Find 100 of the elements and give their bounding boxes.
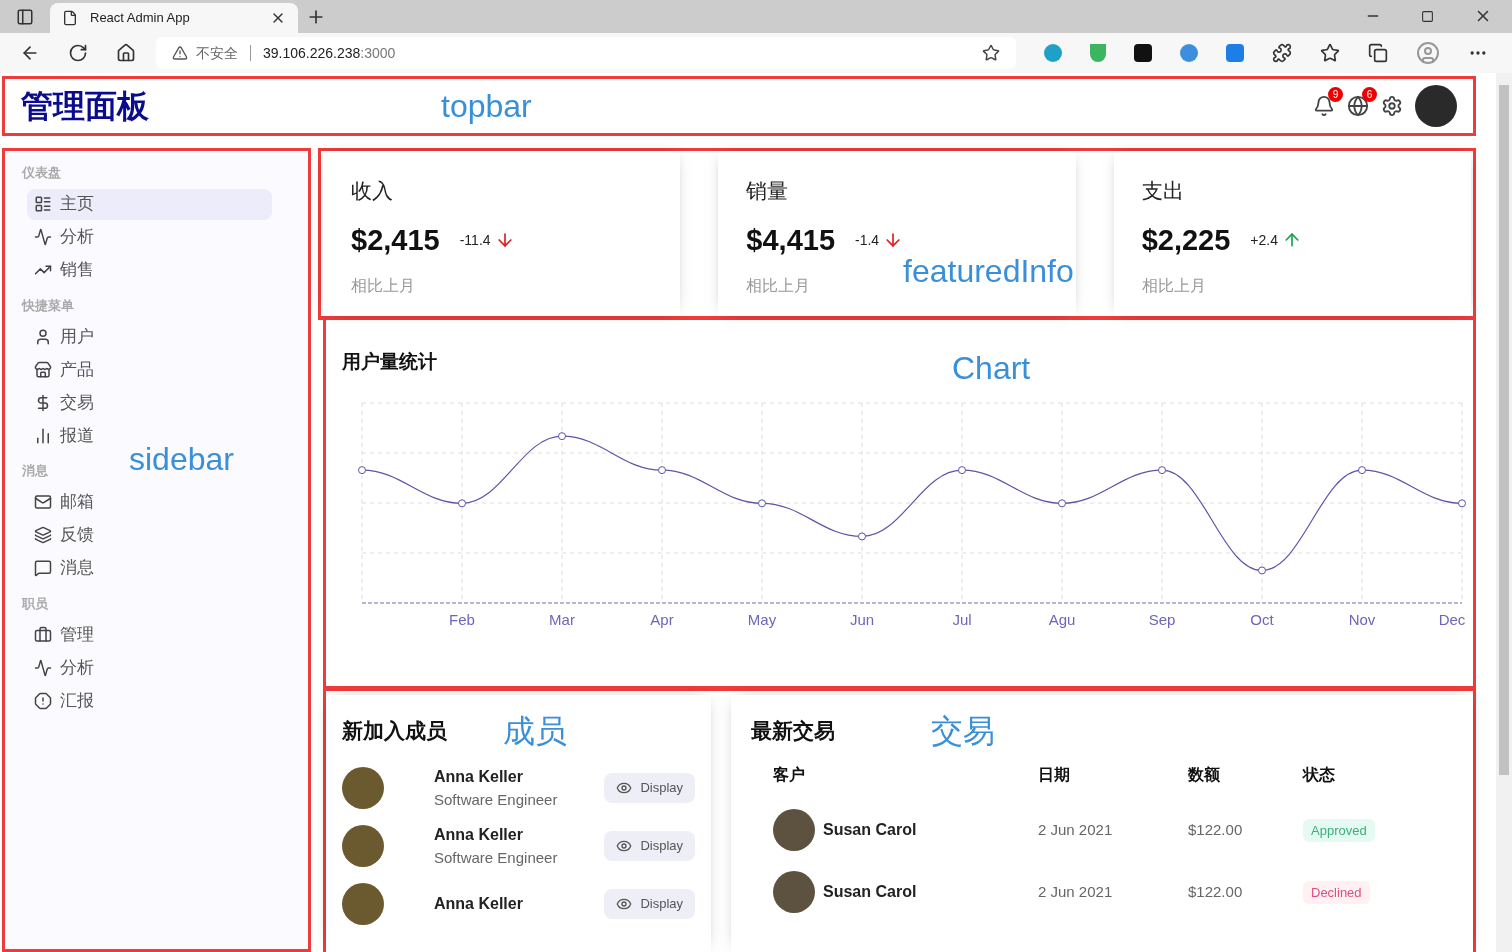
axis-label: Mar — [549, 610, 575, 628]
globe-icon[interactable] — [1347, 95, 1369, 117]
data-point — [458, 498, 466, 507]
logo: 管理面板 — [21, 87, 150, 126]
axis-label: Apr — [650, 610, 674, 628]
favorite-icon[interactable] — [982, 44, 1000, 62]
home-icon[interactable] — [116, 43, 136, 63]
menu-item-icon — [34, 493, 52, 511]
axis-label: Dec — [1438, 610, 1466, 628]
change-rate: +2.4 — [1250, 230, 1278, 250]
member-name: Anna Keller — [434, 824, 524, 845]
axis-label: Feb — [449, 610, 475, 628]
section-title: 职员 — [22, 594, 49, 613]
column-header: 数额 — [1188, 765, 1221, 785]
status-badge: Approved — [1303, 819, 1375, 842]
data-point — [758, 498, 766, 507]
sidebar-item[interactable]: 销售 — [27, 254, 272, 286]
data-point — [858, 531, 866, 540]
extension-icon[interactable] — [1134, 44, 1152, 62]
sidebar-item[interactable]: 汇报 — [27, 685, 272, 716]
table-cell-text: 2 Jun 2021 — [1038, 881, 1114, 902]
customer-name: Susan Carol — [823, 882, 917, 902]
avatar-placeholder — [342, 883, 384, 925]
card-title: 支出 — [1141, 178, 1185, 204]
notification-badge: 6 — [1362, 87, 1377, 102]
display-button[interactable]: Display — [604, 889, 695, 919]
avatar-placeholder — [773, 871, 815, 913]
data-point — [658, 465, 666, 474]
compare-note: 相比上月 — [351, 276, 416, 296]
sidebar-item[interactable]: 交易 — [27, 387, 272, 418]
sidebar-item[interactable]: 用户 — [27, 321, 272, 352]
compare-note: 相比上月 — [746, 276, 812, 296]
menu-item-icon — [34, 625, 52, 644]
data-point — [358, 465, 366, 474]
annotation-label: 交易 — [931, 715, 995, 747]
notification-badge: 9 — [1328, 87, 1343, 102]
column-header: 状态 — [1303, 765, 1336, 785]
data-point — [558, 431, 566, 440]
restore-icon[interactable] — [1421, 10, 1434, 23]
address-bar[interactable]: 不安全 39.106.226.238:3000 — [156, 37, 1016, 69]
menu-item-icon — [34, 327, 52, 346]
profile-icon[interactable] — [1416, 41, 1440, 65]
tab-actions-icon[interactable] — [16, 8, 34, 26]
data-point — [1158, 465, 1166, 474]
section-title: 最新交易 — [751, 718, 835, 745]
compare-note: 相比上月 — [1141, 276, 1207, 296]
avatar-placeholder — [773, 809, 815, 851]
menu-item-icon — [34, 691, 52, 710]
display-button[interactable]: Display — [604, 773, 695, 803]
menu-item-icon — [34, 195, 52, 213]
data-point — [1358, 465, 1366, 474]
member-name: Anna Keller — [434, 766, 524, 787]
menu-item-icon — [34, 426, 52, 445]
sidebar-item[interactable]: 反馈 — [27, 519, 272, 551]
axis-label: Nov — [1348, 610, 1376, 628]
axis-label: Oct — [1250, 610, 1274, 628]
sidebar-item[interactable]: 管理 — [27, 619, 272, 650]
annotation-label: Chart — [952, 352, 1031, 384]
table-cell-text: 2 Jun 2021 — [1038, 819, 1114, 840]
annotation-label: 成员 — [503, 715, 567, 747]
reload-icon[interactable] — [68, 43, 88, 63]
status-badge: Declined — [1303, 881, 1370, 904]
favorites-icon[interactable] — [1320, 43, 1340, 63]
sidebar-item[interactable]: 主页 — [27, 188, 272, 220]
warning-icon — [172, 45, 188, 61]
sidebar-item[interactable]: 产品 — [27, 354, 272, 385]
scrollbar[interactable] — [1496, 73, 1512, 952]
url-host: 39.106.226.238 — [263, 43, 361, 63]
data-point — [1058, 498, 1066, 507]
axis-label: Sep — [1148, 610, 1176, 628]
section-title: 仪表盘 — [22, 164, 62, 182]
bell-icon[interactable] — [1313, 95, 1335, 117]
menu-item-icon — [34, 526, 52, 544]
menu-item-icon — [34, 360, 52, 379]
avatar-placeholder[interactable] — [1415, 85, 1457, 127]
display-button[interactable]: Display — [604, 831, 695, 861]
data-point — [958, 465, 966, 474]
change-rate: -1.4 — [855, 230, 880, 250]
avatar-placeholder — [342, 825, 384, 867]
eye-icon — [616, 896, 633, 912]
axis-label: Agu — [1048, 610, 1076, 628]
card-title: 收入 — [351, 178, 394, 204]
data-point — [1458, 498, 1466, 507]
sidebar-item[interactable]: 邮箱 — [27, 486, 272, 518]
chart-title: 用户量统计 — [342, 350, 437, 374]
member-job: Software Engineer — [434, 789, 559, 810]
settings-icon[interactable] — [1381, 95, 1403, 117]
sidebar-item[interactable]: 分析 — [27, 221, 272, 253]
sidebar-item[interactable]: 分析 — [27, 652, 272, 683]
sidebar-item[interactable]: 消息 — [27, 552, 272, 584]
collections-icon[interactable] — [1368, 43, 1388, 63]
table-cell-text: $122.00 — [1188, 881, 1244, 902]
amount: $2,225 — [1141, 222, 1231, 258]
menu-item-icon — [34, 559, 52, 577]
card-title: 销量 — [746, 178, 790, 204]
amount: $4,415 — [746, 222, 836, 258]
browser-tab[interactable]: React Admin App — [50, 3, 298, 33]
extensions-icon[interactable] — [1272, 43, 1292, 63]
avatar-placeholder — [342, 767, 384, 809]
eye-icon — [616, 780, 633, 796]
